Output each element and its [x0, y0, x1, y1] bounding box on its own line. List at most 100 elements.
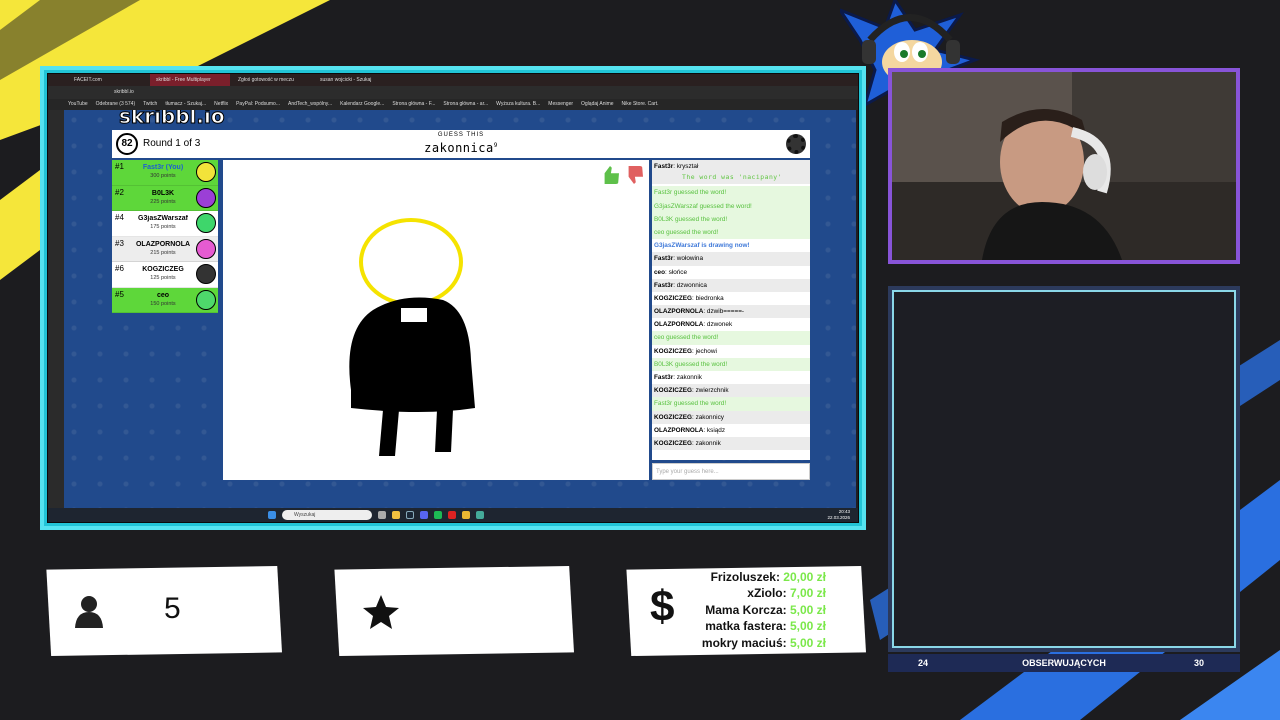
chat-text: jechowi [695, 347, 717, 355]
bookmark[interactable]: Netflix [214, 99, 228, 110]
bookmark[interactable]: Oglądaj Anime [581, 99, 614, 110]
player-name: OLAZPORNOLA [135, 240, 191, 248]
steam-icon[interactable] [406, 511, 414, 519]
player-name: Fast3r (You) [142, 164, 184, 171]
windows-start-icon[interactable] [268, 511, 276, 519]
player-points: 300 points [150, 173, 176, 179]
player-entry[interactable]: #1 Fast3r (You) 300 points [112, 160, 218, 186]
chat-message: Fast3r guessed the word! [652, 397, 810, 411]
followers-goal: 30 [1193, 658, 1204, 668]
player-rank: #1 [115, 162, 124, 171]
chat-message: Fast3r guessed the word! [652, 186, 810, 200]
chat-text: kryształ [676, 163, 699, 170]
chat-username: OLAZPORNOLA [654, 321, 704, 329]
skribbl-logo: skribbl.io [119, 110, 226, 129]
chat-message: KOGZICZEG: jechowi [654, 347, 717, 355]
taskbar-search[interactable]: Wyszukaj [282, 510, 372, 520]
player-name: KOGZICZEG [142, 266, 184, 273]
player-rank: #2 [115, 187, 124, 197]
settings-gear-icon[interactable] [786, 134, 806, 154]
chat-message: OLAZPORNOLA: ksiądz [654, 426, 726, 434]
windows-taskbar: Wyszukaj 20:43 22.03.2026 [48, 508, 858, 522]
player-avatar [196, 238, 216, 259]
bookmark[interactable]: Wyższa kultura. B... [496, 99, 540, 110]
bookmark[interactable]: AndTech_wspólny... [288, 99, 332, 110]
chat-input[interactable]: Type your guess here... [652, 463, 810, 480]
browser-sidebar [48, 110, 64, 508]
dollar-icon: $ [650, 582, 675, 631]
donation-entry: matka fastera: 5,00 zł [705, 619, 826, 633]
chat-message: B0L3K guessed the word! [652, 212, 810, 226]
player-points: 215 points [150, 249, 176, 256]
chat-text: zwierzchnik [695, 387, 729, 395]
player-avatar [196, 187, 216, 208]
player-name: ceo [156, 291, 170, 299]
drawing [349, 218, 475, 456]
chat-message: Fast3r: dzwonnica [652, 278, 810, 292]
player-entry[interactable]: #5 ceo 150 points [112, 287, 218, 313]
bookmark[interactable]: Strona główna - F... [392, 99, 435, 110]
donation-entry: xZiolo: 7,00 zł [747, 586, 826, 600]
desktop: FACEIT.com skribbl - Free Multiplayer Zg… [48, 74, 858, 522]
donations-panel: $ Frizoluszek: 20,00 zł xZiolo: 7,00 zł … [626, 566, 866, 656]
chat-message: B0L3K guessed the word! [652, 357, 810, 371]
webcam-feed [888, 68, 1240, 264]
spotify-icon[interactable] [434, 511, 442, 519]
chat-message: The word was 'nacipany' [652, 171, 810, 185]
chrome-icon[interactable] [462, 511, 470, 519]
chat-username: Fast3r [654, 163, 674, 170]
chat-message: KOGZICZEG: biedronka [654, 294, 724, 302]
chat-message: Fast3r: wołowina [652, 252, 810, 266]
star-panel [334, 566, 574, 656]
chat-username: Fast3r [654, 281, 674, 289]
browser-tab-active[interactable]: skribbl - Free Multiplayer [150, 74, 230, 86]
browser-tab[interactable]: FACEIT.com [68, 74, 148, 86]
bookmark[interactable]: YouTube [68, 99, 88, 110]
player-avatar [196, 162, 216, 182]
bookmark[interactable]: Kalendarz Google... [340, 99, 384, 110]
follower-goal-bar: 24 OBSERWUJĄCYCH 30 [888, 654, 1240, 672]
chat-message: Fast3r: zakonnik [654, 374, 702, 381]
bookmark[interactable]: Odebrane (3 574) [96, 99, 135, 110]
task-view-icon[interactable] [378, 511, 386, 519]
app-icon[interactable] [476, 511, 484, 519]
player-avatar [196, 264, 216, 284]
opera-icon[interactable] [448, 511, 456, 519]
drawing-canvas[interactable] [223, 160, 649, 480]
file-explorer-icon[interactable] [392, 511, 400, 519]
bookmark[interactable]: Twitch [143, 99, 157, 110]
chat-text: słońce [668, 268, 688, 276]
chat-message: KOGZICZEG: zakonnik [652, 436, 810, 451]
bookmark[interactable]: tłumacz - Szukaj... [165, 99, 206, 110]
discord-icon[interactable] [420, 511, 428, 519]
chat-text: zakonnik [676, 374, 702, 381]
chat-username: Fast3r [654, 255, 674, 263]
bookmark[interactable]: Nike Store. Cart. [622, 99, 659, 110]
chat-text: zakonnicy [695, 413, 724, 421]
chat-text: wołowina [676, 255, 704, 263]
chat-text: zakonnik [695, 439, 721, 447]
player-entry[interactable]: #2 B0L3K 225 points [112, 185, 218, 211]
bookmark[interactable]: Messenger [548, 99, 573, 110]
screen-capture: FACEIT.com skribbl - Free Multiplayer Zg… [40, 66, 866, 530]
chat-message: OLAZPORNOLA: dzwib=====- [652, 305, 810, 319]
bookmark[interactable]: PayPal: Podsumo... [236, 99, 280, 110]
chat-message: KOGZICZEG: zakonnicy [652, 410, 810, 424]
star-icon [363, 595, 399, 629]
donation-entry: Mama Korcza: 5,00 zł [705, 603, 826, 617]
address-bar[interactable]: skribbl.io [48, 86, 858, 99]
chat-username: KOGZICZEG [654, 387, 692, 395]
game-topbar: 82 Round 1 of 3 GUESS THIS zakonnica9 [112, 130, 810, 158]
player-entry[interactable]: #4 G3jasZWarszaf 175 points [112, 211, 218, 237]
chat-username: KOGZICZEG [654, 294, 692, 302]
player-entry[interactable]: #3 OLAZPORNOLA 215 points [112, 236, 218, 262]
chat-text: dzwonnica [676, 281, 707, 289]
browser-tab[interactable]: susan wojcicki - Szukaj [314, 74, 394, 86]
chat-message: ceo guessed the word! [652, 331, 810, 345]
chat-text: dzwib=====- [706, 308, 745, 316]
bookmark[interactable]: Strona główna - ar... [443, 99, 488, 110]
player-entry[interactable]: #6 KOGZICZEG 125 points [112, 262, 218, 288]
chat-text: dzwonek [706, 321, 733, 329]
browser-tab[interactable]: Zgłoś gotowość w meczu [232, 74, 312, 86]
chat-username: KOGZICZEG [654, 413, 692, 421]
